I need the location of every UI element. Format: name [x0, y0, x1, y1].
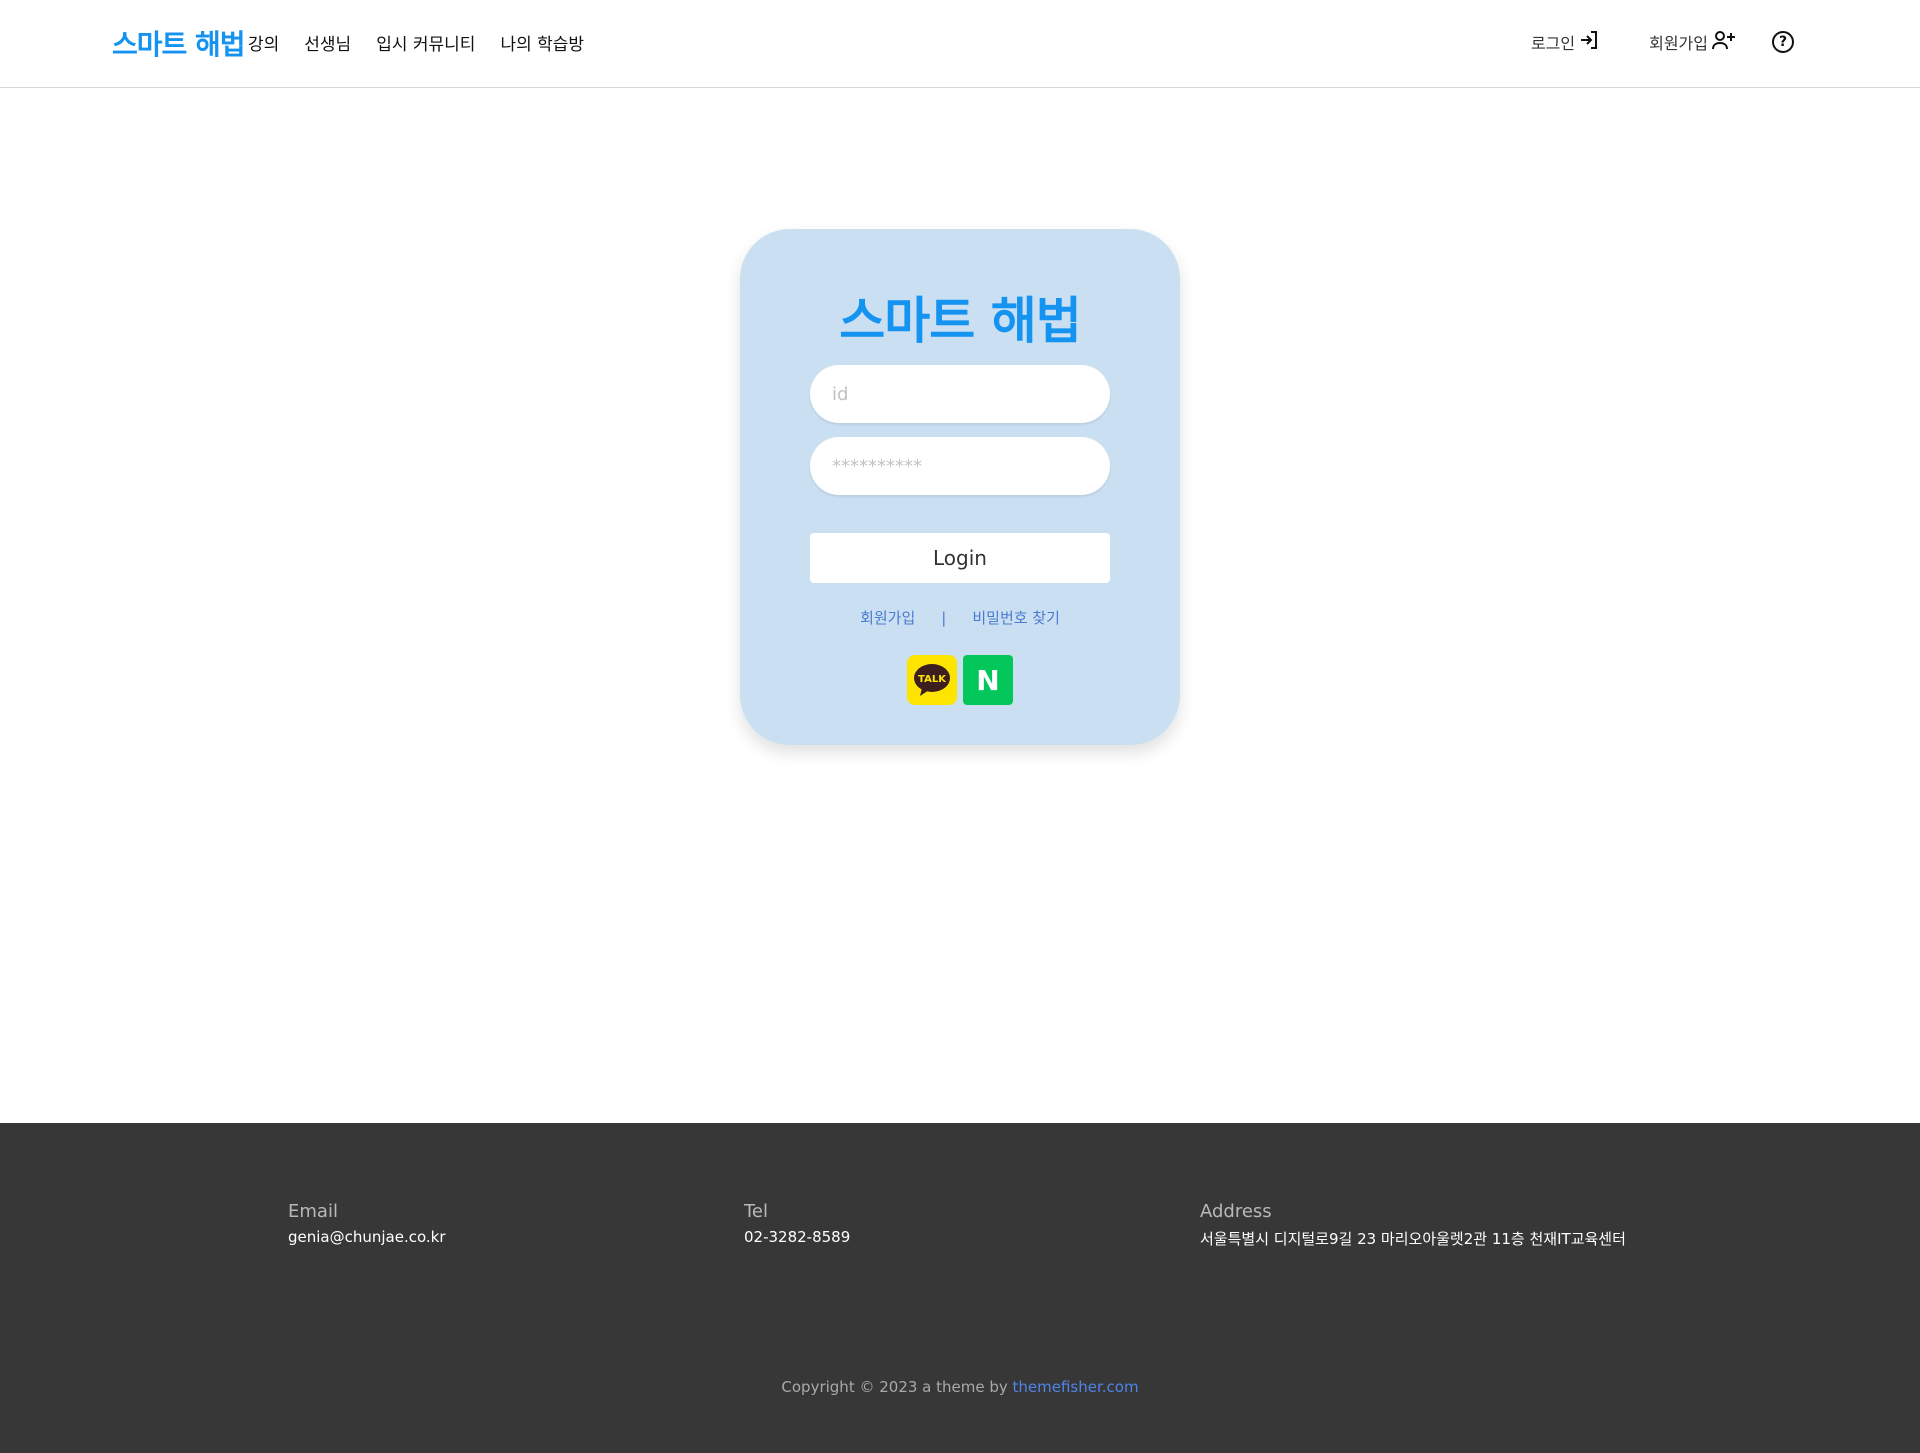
find-password-link[interactable]: 비밀번호 찾기 — [972, 607, 1060, 628]
logo-text[interactable]: 스마트 해법 — [112, 23, 246, 63]
kakao-talk-label: TALK — [918, 674, 947, 685]
footer-email-label: Email — [288, 1201, 338, 1222]
footer-address-label: Address — [1200, 1201, 1272, 1222]
kakao-talk-icon: TALK — [914, 664, 950, 696]
footer-email: Email genia@chunjae.co.kr — [288, 1201, 446, 1246]
header-login-label: 로그인 — [1530, 34, 1576, 53]
naver-login-button[interactable]: N — [963, 655, 1013, 705]
social-login: TALK N — [740, 655, 1180, 705]
themefisher-link[interactable]: themefisher.com — [1013, 1378, 1139, 1396]
footer-email-value: genia@chunjae.co.kr — [288, 1228, 446, 1246]
nav-item-lectures[interactable]: 강의 — [248, 30, 279, 55]
signup-link[interactable]: 회원가입 — [860, 607, 915, 628]
main-nav: 강의 선생님 입시 커뮤니티 나의 학습방 — [248, 30, 584, 55]
login-logo: 스마트 해법 — [740, 281, 1180, 353]
naver-icon: N — [976, 663, 1000, 697]
password-input[interactable] — [810, 437, 1110, 495]
header-logo[interactable]: 스마트 해법 — [112, 23, 246, 63]
login-icon — [1579, 30, 1599, 54]
nav-item-my-study[interactable]: 나의 학습방 — [500, 30, 584, 55]
id-input[interactable] — [810, 365, 1110, 423]
header-signup-label: 회원가입 — [1649, 34, 1708, 53]
footer-address: Address 서울특별시 디지털로9길 23 마리오아울렛2관 11층 천재I… — [1200, 1201, 1626, 1249]
nav-item-teachers[interactable]: 선생님 — [304, 30, 351, 55]
copyright-text: Copyright © 2023 a theme by — [781, 1378, 1013, 1396]
nav-item-community[interactable]: 입시 커뮤니티 — [376, 30, 475, 55]
login-card: 스마트 해법 Login 회원가입 | 비밀번호 찾기 TALK N — [740, 229, 1180, 745]
footer-address-value: 서울특별시 디지털로9길 23 마리오아울렛2관 11층 천재IT교육센터 — [1200, 1230, 1626, 1248]
site-header: 스마트 해법 강의 선생님 입시 커뮤니티 나의 학습방 로그인 회원가입 ? — [0, 0, 1920, 88]
footer-tel-label: Tel — [744, 1201, 769, 1222]
kakao-login-button[interactable]: TALK — [907, 655, 957, 705]
login-button[interactable]: Login — [810, 533, 1110, 583]
site-footer: Email genia@chunjae.co.kr Tel 02-3282-85… — [0, 1123, 1920, 1453]
header-signup-button[interactable]: 회원가입 — [1649, 30, 1736, 54]
login-logo-text: 스마트 해법 — [839, 292, 1081, 350]
header-actions: 로그인 회원가입 ? — [1531, 30, 1794, 54]
login-links: 회원가입 | 비밀번호 찾기 — [740, 607, 1180, 628]
header-login-button[interactable]: 로그인 — [1531, 30, 1599, 54]
copyright: Copyright © 2023 a theme by themefisher.… — [0, 1378, 1920, 1396]
links-separator: | — [941, 608, 947, 627]
help-icon[interactable]: ? — [1772, 31, 1794, 53]
footer-tel: Tel 02-3282-8589 — [744, 1201, 850, 1246]
footer-tel-value: 02-3282-8589 — [744, 1228, 851, 1246]
add-user-icon — [1712, 30, 1736, 54]
help-icon-glyph: ? — [1778, 34, 1788, 50]
